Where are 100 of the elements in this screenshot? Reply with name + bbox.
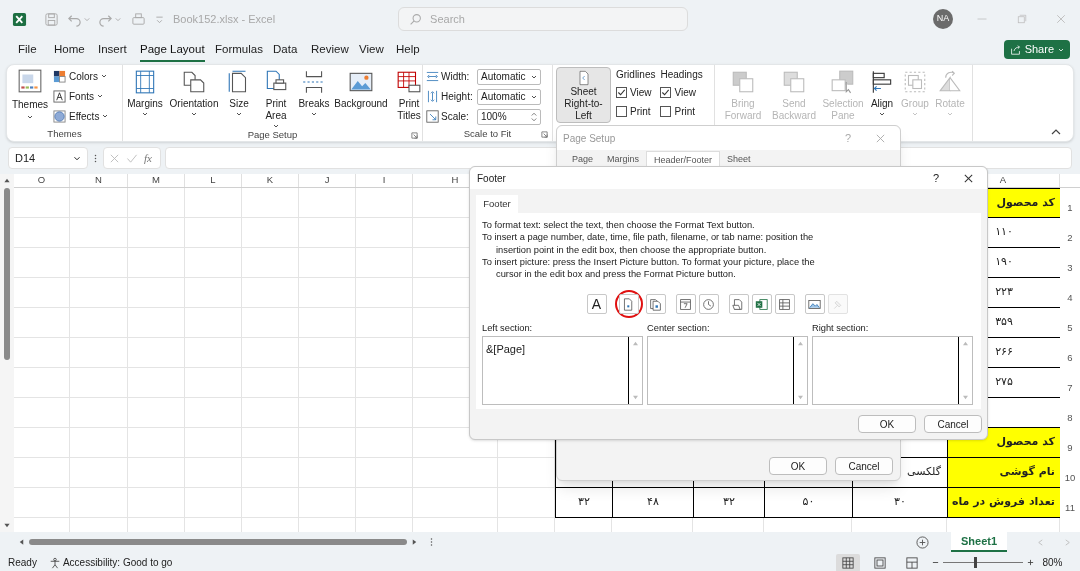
ribbon-button[interactable]: Breaks xyxy=(298,67,330,116)
customize-icon[interactable] xyxy=(154,13,165,25)
scroll-down-icon[interactable] xyxy=(3,522,11,529)
view-button[interactable] xyxy=(836,553,861,571)
column-header[interactable]: K xyxy=(242,174,299,187)
row-header[interactable]: 10 xyxy=(1060,458,1080,488)
more-options-icon[interactable] xyxy=(430,537,433,547)
name-box[interactable]: D14 xyxy=(8,147,88,169)
ribbon-button[interactable]: Size xyxy=(224,67,254,116)
cancel-icon[interactable] xyxy=(109,152,120,164)
insert-function-button[interactable]: fx xyxy=(144,149,152,167)
toolbar-button[interactable]: A xyxy=(586,294,607,315)
scroll-right-icon[interactable] xyxy=(411,538,418,546)
menu-tab[interactable]: Formulas xyxy=(215,41,263,63)
collapse-ribbon-icon[interactable] xyxy=(1051,128,1061,136)
empty-cell xyxy=(70,368,128,398)
dialog-launcher-icon[interactable] xyxy=(411,132,418,139)
help-button[interactable]: ? xyxy=(932,169,939,187)
scroll-up-icon[interactable] xyxy=(3,177,11,184)
dropdown-field[interactable]: Automatic xyxy=(477,68,541,85)
column-header[interactable]: L xyxy=(185,174,242,187)
user-avatar[interactable]: NA xyxy=(933,9,954,29)
themes-button[interactable]: Themes xyxy=(10,68,50,119)
sheet-right-to-left-button[interactable]: Sheet Right-to-Left xyxy=(556,67,611,123)
row-header[interactable]: 11 xyxy=(1060,488,1080,518)
dialog-tab[interactable]: Page xyxy=(565,151,601,167)
column-header[interactable]: J xyxy=(299,174,356,187)
ribbon-button[interactable]: Print Titles xyxy=(392,67,426,122)
toolbar-button[interactable] xyxy=(728,294,749,315)
dialog-tab[interactable]: Sheet xyxy=(720,151,758,167)
scroll-thumb[interactable] xyxy=(29,539,407,545)
row-header[interactable]: 4 xyxy=(1060,278,1080,308)
theme-option-button[interactable]: Effects xyxy=(53,108,109,124)
toolbar-button[interactable] xyxy=(774,294,795,315)
menu-tab[interactable]: Data xyxy=(273,41,298,63)
check-icon[interactable] xyxy=(126,152,138,164)
row-header[interactable]: 3 xyxy=(1060,248,1080,278)
menu-tab[interactable]: Insert xyxy=(98,41,127,63)
toolbar-button[interactable] xyxy=(698,294,719,315)
ribbon-button[interactable]: Orientation xyxy=(168,67,220,116)
checkbox-label: View xyxy=(630,85,652,100)
menu-tab[interactable]: View xyxy=(359,41,384,63)
row-header[interactable]: 2 xyxy=(1060,218,1080,248)
ribbon-button[interactable]: Background xyxy=(334,67,388,110)
column-header[interactable]: N xyxy=(70,174,128,187)
dialog-tab[interactable]: Header/Footer xyxy=(646,151,721,167)
spinner-field[interactable]: 100% xyxy=(477,108,541,125)
close-icon[interactable] xyxy=(963,172,974,184)
accessibility-button[interactable]: Accessibility: Good to go xyxy=(48,555,173,570)
checkbox[interactable] xyxy=(660,105,672,117)
row-header[interactable]: 8 xyxy=(1060,398,1080,428)
slider-thumb[interactable] xyxy=(973,557,977,568)
add-sheet-icon[interactable] xyxy=(916,535,929,549)
toolbar-button[interactable] xyxy=(804,294,825,315)
menu-tab[interactable]: File xyxy=(18,41,37,63)
ribbon-button[interactable]: Margins xyxy=(126,67,164,116)
theme-option-button[interactable]: Colors xyxy=(53,68,109,84)
dropdown-field[interactable]: Automatic xyxy=(477,88,541,105)
dialog-launcher-icon[interactable] xyxy=(541,131,548,138)
column-header[interactable]: M xyxy=(128,174,185,187)
toolbar-button[interactable] xyxy=(675,294,696,315)
scroll-left-icon[interactable] xyxy=(18,538,25,546)
row-header[interactable]: 9 xyxy=(1060,428,1080,458)
vertical-scrollbar[interactable] xyxy=(0,174,14,532)
pointer-squares-icon xyxy=(830,69,856,95)
toolbar-button[interactable] xyxy=(751,294,772,315)
column-header[interactable]: I xyxy=(356,174,413,187)
row-header[interactable]: 6 xyxy=(1060,338,1080,368)
menu-tab[interactable]: Review xyxy=(311,41,349,63)
sheet-tab[interactable]: Sheet1 xyxy=(951,532,1008,552)
row-header[interactable]: 1 xyxy=(1060,188,1080,218)
menu-tab[interactable]: Page Layout xyxy=(140,41,205,63)
save-icon[interactable] xyxy=(44,11,59,27)
scroll-thumb[interactable] xyxy=(4,188,10,360)
dialog-button[interactable]: Cancel xyxy=(924,415,982,433)
ribbon-button[interactable]: Print Area xyxy=(258,67,294,128)
dialog-tab[interactable]: Margins xyxy=(600,151,647,167)
row-header[interactable]: 5 xyxy=(1060,308,1080,338)
printer-icon[interactable] xyxy=(131,11,146,27)
row-header[interactable]: 7 xyxy=(1060,368,1080,398)
dialog-button[interactable]: OK xyxy=(858,415,916,433)
share-button[interactable]: Share xyxy=(1003,40,1070,59)
menu-tab[interactable]: Home xyxy=(54,41,85,63)
checkbox[interactable] xyxy=(616,105,627,117)
zoom-out-icon[interactable] xyxy=(932,559,940,566)
empty-cell xyxy=(14,248,70,278)
empty-cell xyxy=(70,278,128,308)
spinner-arrows-icon[interactable] xyxy=(531,111,537,122)
zoom-in-icon[interactable] xyxy=(1027,559,1035,566)
column-header[interactable]: O xyxy=(14,174,70,187)
ribbon-button[interactable]: Align xyxy=(866,67,898,116)
dialog-button[interactable]: OK xyxy=(769,457,827,475)
dialog-button[interactable]: Cancel xyxy=(835,457,893,475)
empty-cell xyxy=(299,488,356,518)
checkbox[interactable] xyxy=(616,86,627,98)
checkbox[interactable] xyxy=(660,86,672,98)
toolbar-button[interactable] xyxy=(645,294,666,315)
menu-tab[interactable]: Help xyxy=(396,41,420,63)
dialog-tab[interactable]: Footer xyxy=(476,195,518,213)
theme-option-button[interactable]: Fonts xyxy=(53,88,109,104)
